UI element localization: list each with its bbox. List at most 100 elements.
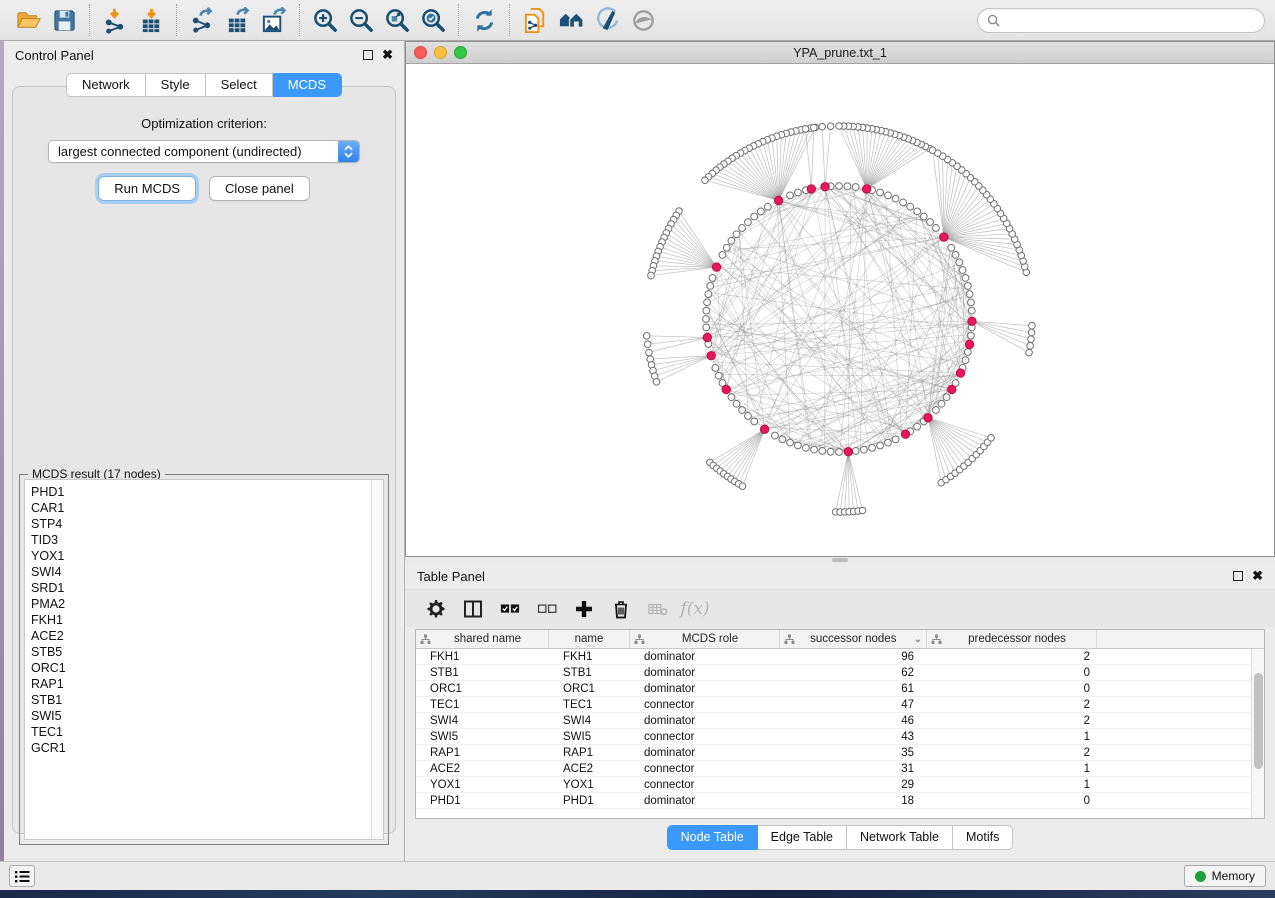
mcds-result-item[interactable]: SRD1 [31, 580, 371, 596]
cell-shared-name: YOX1 [416, 779, 549, 791]
memory-button[interactable]: Memory [1184, 865, 1266, 887]
tab-motifs[interactable]: Motifs [953, 825, 1013, 850]
table-row[interactable]: PHD1 PHD1 dominator 18 0 [416, 793, 1251, 809]
close-panel-button[interactable]: Close panel [209, 176, 310, 201]
delete-table-button[interactable] [643, 595, 673, 623]
cell-successor-nodes: 96 [780, 651, 927, 663]
refresh-view-button[interactable] [466, 3, 502, 37]
column-header-shared-name[interactable]: shared name [416, 630, 549, 648]
close-table-panel-icon[interactable]: ✖ [1252, 571, 1263, 581]
mcds-result-item[interactable]: STP4 [31, 516, 371, 532]
save-session-button[interactable] [46, 3, 82, 37]
mcds-result-item[interactable]: STB5 [31, 644, 371, 660]
mcds-result-item[interactable]: FKH1 [31, 612, 371, 628]
toolbar-search[interactable] [977, 8, 1265, 33]
mcds-result-item[interactable]: TID3 [31, 532, 371, 548]
import-table-button[interactable] [133, 3, 169, 37]
mcds-result-item[interactable]: TEC1 [31, 724, 371, 740]
mcds-result-group: MCDS result (17 nodes) PHD1CAR1STP4TID3Y… [19, 474, 389, 845]
minimize-window-icon[interactable] [434, 46, 447, 59]
mcds-result-item[interactable]: PHD1 [31, 484, 371, 500]
tab-select[interactable]: Select [206, 73, 273, 97]
cell-name: ORC1 [549, 683, 630, 695]
plus-icon [574, 599, 594, 619]
table-settings-button[interactable] [421, 595, 451, 623]
new-network-from-selection-button[interactable] [517, 3, 553, 37]
zoom-out-button[interactable] [343, 3, 379, 37]
criterion-dropdown[interactable]: largest connected component (undirected) [48, 140, 360, 163]
float-table-panel-icon[interactable] [1233, 571, 1243, 581]
table-row[interactable]: ACE2 ACE2 connector 31 1 [416, 761, 1251, 777]
mcds-result-list[interactable]: PHD1CAR1STP4TID3YOX1SWI4SRD1PMA2FKH1ACE2… [25, 480, 371, 839]
zoom-fit-button[interactable] [379, 3, 415, 37]
table-scrollbar-thumb[interactable] [1254, 673, 1263, 769]
network-window: YPA_prune.txt_1 [405, 41, 1275, 557]
column-header-predecessor-nodes[interactable]: predecessor nodes [927, 630, 1097, 648]
export-image-button[interactable] [256, 3, 292, 37]
table-row[interactable]: TEC1 TEC1 connector 47 2 [416, 697, 1251, 713]
run-mcds-button[interactable]: Run MCDS [98, 176, 196, 201]
cell-shared-name: ACE2 [416, 763, 549, 775]
table-row[interactable]: RAP1 RAP1 dominator 35 2 [416, 745, 1251, 761]
open-file-button[interactable] [10, 3, 46, 37]
table-scrollbar[interactable] [1251, 649, 1264, 818]
zoom-selected-button[interactable] [415, 3, 451, 37]
select-all-icon [500, 599, 520, 619]
task-history-button[interactable] [9, 865, 35, 887]
table-row[interactable]: SWI4 SWI4 dominator 46 2 [416, 713, 1251, 729]
tab-node-table[interactable]: Node Table [667, 825, 758, 850]
table-row[interactable]: ORC1 ORC1 dominator 61 0 [416, 681, 1251, 697]
column-header-name[interactable]: name [549, 630, 630, 648]
mcds-result-item[interactable]: SWI5 [31, 708, 371, 724]
cell-shared-name: TEC1 [416, 699, 549, 711]
select-all-rows-button[interactable] [495, 595, 525, 623]
close-window-icon[interactable] [414, 46, 427, 59]
cell-mcds-role: dominator [630, 747, 780, 759]
tab-edge-table[interactable]: Edge Table [758, 825, 847, 850]
mcds-list-scrollbar[interactable] [371, 480, 383, 839]
mcds-result-item[interactable]: PMA2 [31, 596, 371, 612]
add-column-button[interactable] [569, 595, 599, 623]
zoom-in-button[interactable] [307, 3, 343, 37]
cell-shared-name: RAP1 [416, 747, 549, 759]
search-input[interactable] [1000, 13, 1255, 27]
toolbar-separator [176, 4, 177, 36]
import-table-icon [138, 7, 165, 34]
float-panel-icon[interactable] [363, 50, 373, 60]
network-canvas[interactable] [406, 64, 1274, 556]
maximize-window-icon[interactable] [454, 46, 467, 59]
table-panel-title: Table Panel [417, 569, 485, 584]
first-neighbors-button[interactable] [553, 3, 589, 37]
column-header-mcds-role[interactable]: MCDS role [630, 630, 780, 648]
export-table-button[interactable] [220, 3, 256, 37]
tab-style[interactable]: Style [146, 73, 206, 97]
mcds-result-item[interactable]: RAP1 [31, 676, 371, 692]
table-row[interactable]: STB1 STB1 dominator 62 0 [416, 665, 1251, 681]
mcds-result-item[interactable]: ORC1 [31, 660, 371, 676]
attribute-icon [784, 634, 795, 645]
hide-graphics-details-button[interactable] [589, 3, 625, 37]
export-network-button[interactable] [184, 3, 220, 37]
tab-network-table[interactable]: Network Table [847, 825, 953, 850]
function-builder-button[interactable]: f(x) [680, 595, 710, 623]
mcds-result-item[interactable]: GCR1 [31, 740, 371, 756]
hide-details-icon [594, 7, 621, 34]
deselect-all-rows-button[interactable] [532, 595, 562, 623]
import-network-button[interactable] [97, 3, 133, 37]
column-header-successor-nodes[interactable]: successor nodes ⌄ [780, 630, 927, 648]
tab-network[interactable]: Network [66, 73, 146, 97]
birds-eye-view-button[interactable] [625, 3, 661, 37]
delete-column-button[interactable] [606, 595, 636, 623]
network-window-titlebar[interactable]: YPA_prune.txt_1 [406, 42, 1274, 64]
mcds-result-item[interactable]: YOX1 [31, 548, 371, 564]
mcds-result-item[interactable]: CAR1 [31, 500, 371, 516]
show-column-button[interactable] [458, 595, 488, 623]
table-row[interactable]: YOX1 YOX1 connector 29 1 [416, 777, 1251, 793]
table-row[interactable]: FKH1 FKH1 dominator 96 2 [416, 649, 1251, 665]
table-row[interactable]: SWI5 SWI5 connector 43 1 [416, 729, 1251, 745]
mcds-result-item[interactable]: STB1 [31, 692, 371, 708]
close-panel-icon[interactable]: ✖ [382, 50, 393, 60]
tab-mcds[interactable]: MCDS [273, 73, 342, 97]
mcds-result-item[interactable]: SWI4 [31, 564, 371, 580]
mcds-result-item[interactable]: ACE2 [31, 628, 371, 644]
